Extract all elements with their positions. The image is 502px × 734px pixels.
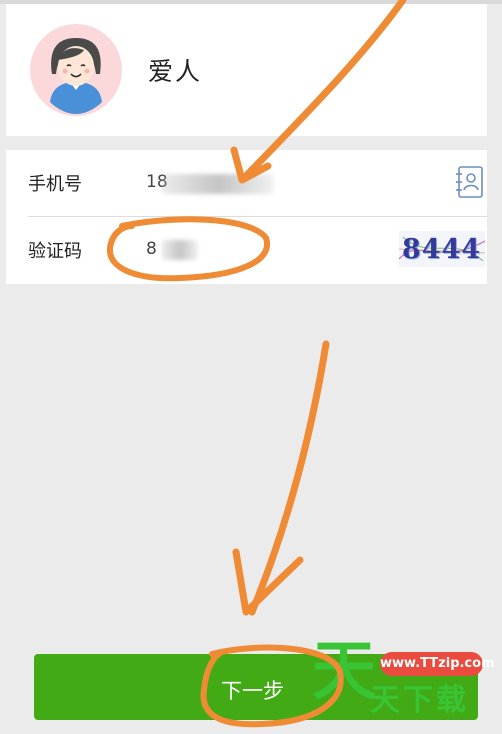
verification-form: 手机号 18 验证码 8 8444 <box>6 150 487 284</box>
phone-row[interactable]: 手机号 18 <box>6 150 487 217</box>
captcha-text: 8444 <box>402 234 482 265</box>
next-step-label: 下一步 <box>221 679 284 703</box>
arrow-to-button-head <box>232 548 304 616</box>
code-field[interactable]: 8 <box>146 239 157 259</box>
user-avatar-icon <box>30 24 122 116</box>
arrow-to-button-shaft <box>248 340 330 616</box>
code-value-blur <box>162 240 198 260</box>
code-label: 验证码 <box>28 241 82 262</box>
contact-profile-card: 爱人 <box>6 4 487 136</box>
code-row[interactable]: 验证码 8 8444 <box>6 217 487 283</box>
contact-name: 爱人 <box>148 57 203 86</box>
captcha-image[interactable]: 8444 <box>399 231 485 267</box>
phone-label: 手机号 <box>28 174 82 195</box>
phone-number-blur <box>162 174 274 194</box>
watermark-big-char: 天 <box>312 635 376 709</box>
contacts-book-icon[interactable] <box>454 165 484 199</box>
code-value: 8 <box>146 239 157 259</box>
watermark-small-text: 天下载 <box>370 683 469 718</box>
watermark-url: www.TTzip.com <box>380 652 495 676</box>
